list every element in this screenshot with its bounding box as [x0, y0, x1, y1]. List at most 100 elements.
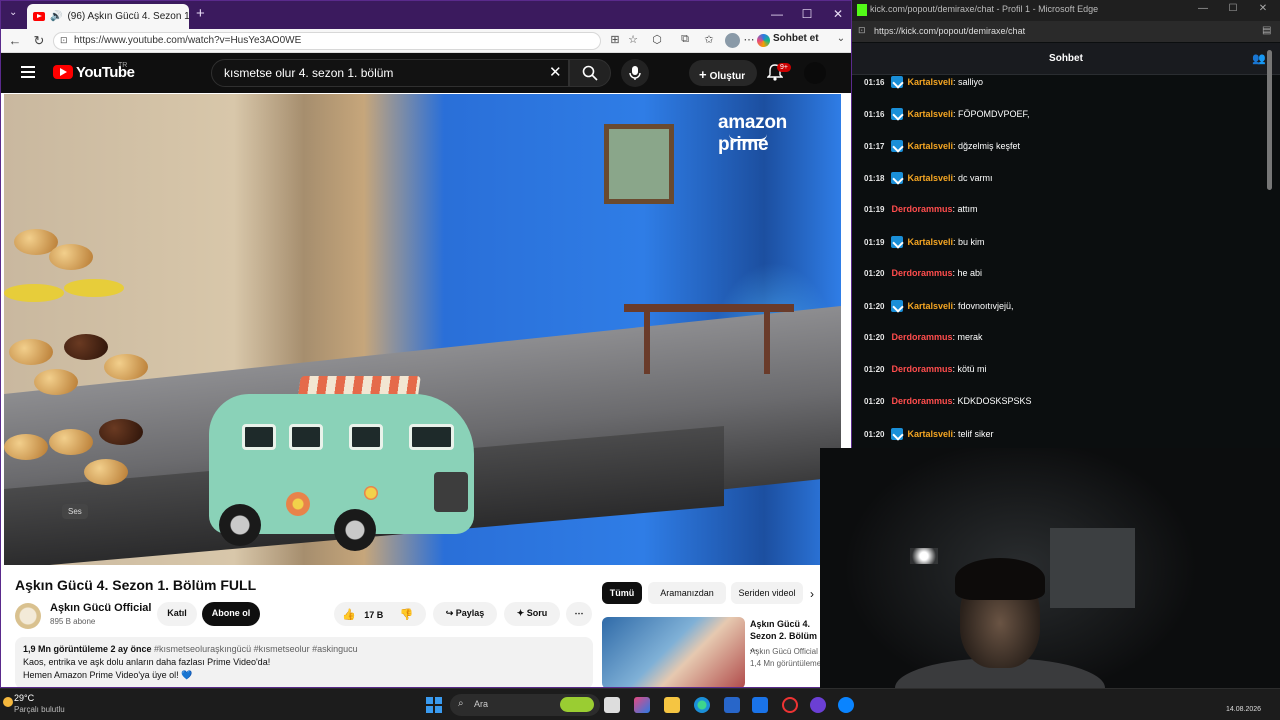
message-username[interactable]: Kartalsveli — [907, 109, 953, 119]
url-field[interactable]: ⊡ https://www.youtube.com/watch?v=HusYe3… — [53, 32, 601, 50]
message-username[interactable]: Derdorammus — [891, 364, 952, 374]
voice-search-button[interactable] — [621, 59, 649, 87]
subscribe-button[interactable]: Abone ol — [202, 602, 260, 626]
edge-icon[interactable] — [694, 697, 710, 713]
close-window-icon[interactable]: ✕ — [828, 7, 848, 21]
hashtags[interactable]: #kısmetseoluraşkıngücü #kısmetseolur #as… — [154, 644, 358, 654]
account-avatar[interactable] — [804, 62, 826, 84]
maximize-icon[interactable]: ☐ — [1224, 3, 1242, 14]
message-username[interactable]: Kartalsveli — [907, 301, 953, 311]
video-console-leg — [644, 309, 650, 374]
minimize-icon[interactable]: — — [767, 7, 787, 21]
copilot-chat-button[interactable]: Sohbet et — [773, 33, 819, 44]
task-view-icon[interactable] — [604, 697, 620, 713]
channel-avatar[interactable] — [15, 603, 41, 629]
message-username[interactable]: Kartalsveli — [907, 173, 953, 183]
users-icon[interactable]: 👥 — [1252, 52, 1266, 65]
maximize-icon[interactable]: ☐ — [797, 7, 817, 21]
chip-from-search[interactable]: Aramanızdan — [648, 582, 726, 604]
like-icon[interactable]: 👍 — [342, 609, 356, 621]
app-icon[interactable] — [810, 697, 826, 713]
close-window-icon[interactable]: ✕ — [1254, 3, 1272, 14]
like-count[interactable]: 17 B — [364, 610, 383, 620]
chevron-right-icon[interactable]: › — [810, 587, 814, 601]
search-input[interactable]: kısmetse olur 4. sezon 1. bölüm — [211, 59, 569, 87]
video-player[interactable]: amazon prime Ses — [4, 94, 841, 565]
message-username[interactable]: Derdorammus — [891, 204, 952, 214]
pastry — [49, 244, 93, 270]
ask-button[interactable]: ✦ Soru — [504, 602, 560, 626]
taskbar-search[interactable]: ⌕ Ara — [450, 694, 600, 716]
chip-series[interactable]: Seriden videol — [731, 582, 803, 604]
more-icon[interactable]: ⋯ — [741, 33, 757, 46]
video-pastry-stand — [4, 224, 179, 554]
van-grill — [434, 472, 468, 512]
back-icon[interactable]: ← — [7, 33, 23, 48]
message-username[interactable]: Kartalsveli — [907, 429, 953, 439]
youtube-logo-icon[interactable] — [53, 65, 73, 79]
app-icon[interactable] — [782, 697, 798, 713]
message-username[interactable]: Kartalsveli — [907, 237, 953, 247]
start-windows-icon[interactable] — [426, 697, 442, 713]
weather-widget[interactable]: 29°C Parçalı bulutlu — [14, 693, 65, 715]
speaker-icon[interactable]: 🔊 — [50, 11, 62, 22]
video-description[interactable]: 1,9 Mn görüntüleme 2 ay önce #kısmetseol… — [15, 637, 593, 687]
chat-message: 01:20 Derdorammus: he abi — [864, 268, 982, 278]
van-window — [289, 424, 323, 450]
message-username[interactable]: Kartalsveli — [907, 77, 953, 87]
search-icon — [582, 65, 598, 81]
dislike-icon[interactable]: 👎 — [400, 609, 414, 621]
message-username[interactable]: Derdorammus — [891, 332, 952, 342]
search-button[interactable] — [569, 59, 611, 87]
minimize-icon[interactable]: — — [1194, 3, 1212, 14]
copilot-app-icon[interactable] — [634, 697, 650, 713]
split-screen-icon[interactable]: ⧉ — [677, 33, 693, 46]
chat-message: 01:19 Kartalsveli: bu kim — [864, 236, 985, 248]
favorites-icon[interactable]: ✩ — [701, 33, 717, 46]
van-window — [242, 424, 276, 450]
message-username[interactable]: Derdorammus — [891, 396, 952, 406]
profile-avatar[interactable] — [725, 33, 740, 48]
chat-url-field[interactable]: ⊡ https://kick.com/popout/demiraxe/chat … — [852, 21, 1280, 42]
app-available-icon[interactable]: ⊞ — [607, 33, 623, 46]
site-info-icon[interactable]: ⊡ — [858, 25, 866, 36]
chip-all[interactable]: Tümü — [602, 582, 642, 604]
chat-header: Sohbet 👥 — [852, 43, 1280, 75]
reading-view-icon[interactable]: ▤ — [1262, 25, 1271, 36]
message-username[interactable]: Derdorammus — [891, 268, 952, 278]
join-button[interactable]: Katıl — [157, 602, 197, 626]
youtube-header: YouTube TR kısmetse olur 4. sezon 1. böl… — [1, 53, 851, 93]
new-tab-icon[interactable]: + — [196, 5, 205, 22]
clear-search-icon[interactable]: ✕ — [549, 63, 562, 81]
subscriber-badge-icon — [891, 428, 904, 440]
pastry — [34, 369, 78, 395]
extensions-icon[interactable]: ⬡ — [649, 33, 665, 46]
youtube-browser-window: ⌄ 🔊 (96) Aşkın Gücü 4. Sezon 1. Bö ✕ + —… — [0, 0, 852, 688]
outlook-icon[interactable] — [752, 697, 768, 713]
recommended-thumbnail[interactable] — [602, 617, 745, 687]
address-bar: ← ↻ ⊡ https://www.youtube.com/watch?v=Hu… — [1, 29, 851, 53]
message-text: : merak — [952, 332, 983, 342]
more-actions-icon[interactable]: ⋯ — [566, 602, 592, 626]
favorite-star-icon[interactable]: ☆ — [625, 33, 641, 46]
view-stats: 1,9 Mn görüntüleme 2 ay önce — [23, 644, 152, 654]
copilot-icon[interactable] — [757, 34, 770, 47]
share-button[interactable]: ↪ Paylaş — [433, 602, 497, 626]
video-details: Aşkın Gücü 4. Sezon 1. Bölüm FULL Aşkın … — [4, 565, 851, 687]
app-icon[interactable] — [838, 697, 854, 713]
message-text: : salliyo — [953, 77, 984, 87]
chat-scrollbar[interactable] — [1267, 50, 1272, 190]
site-info-icon[interactable]: ⊡ — [60, 35, 68, 46]
create-button[interactable]: + Oluştur — [689, 60, 757, 86]
chat-url-text: https://kick.com/popout/demiraxe/chat — [874, 26, 1026, 36]
store-icon[interactable] — [724, 697, 740, 713]
channel-name[interactable]: Aşkın Gücü Official — [50, 602, 151, 614]
file-explorer-icon[interactable] — [664, 697, 680, 713]
tab-actions-icon[interactable]: ⌄ — [9, 7, 17, 18]
message-username[interactable]: Kartalsveli — [907, 141, 953, 151]
chevron-down-icon[interactable]: ⌄ — [833, 33, 849, 44]
tab-youtube[interactable]: 🔊 (96) Aşkın Gücü 4. Sezon 1. Bö ✕ — [27, 4, 189, 29]
refresh-icon[interactable]: ↻ — [31, 33, 47, 49]
hamburger-menu-icon[interactable] — [21, 66, 35, 78]
message-time: 01:20 — [864, 429, 885, 439]
